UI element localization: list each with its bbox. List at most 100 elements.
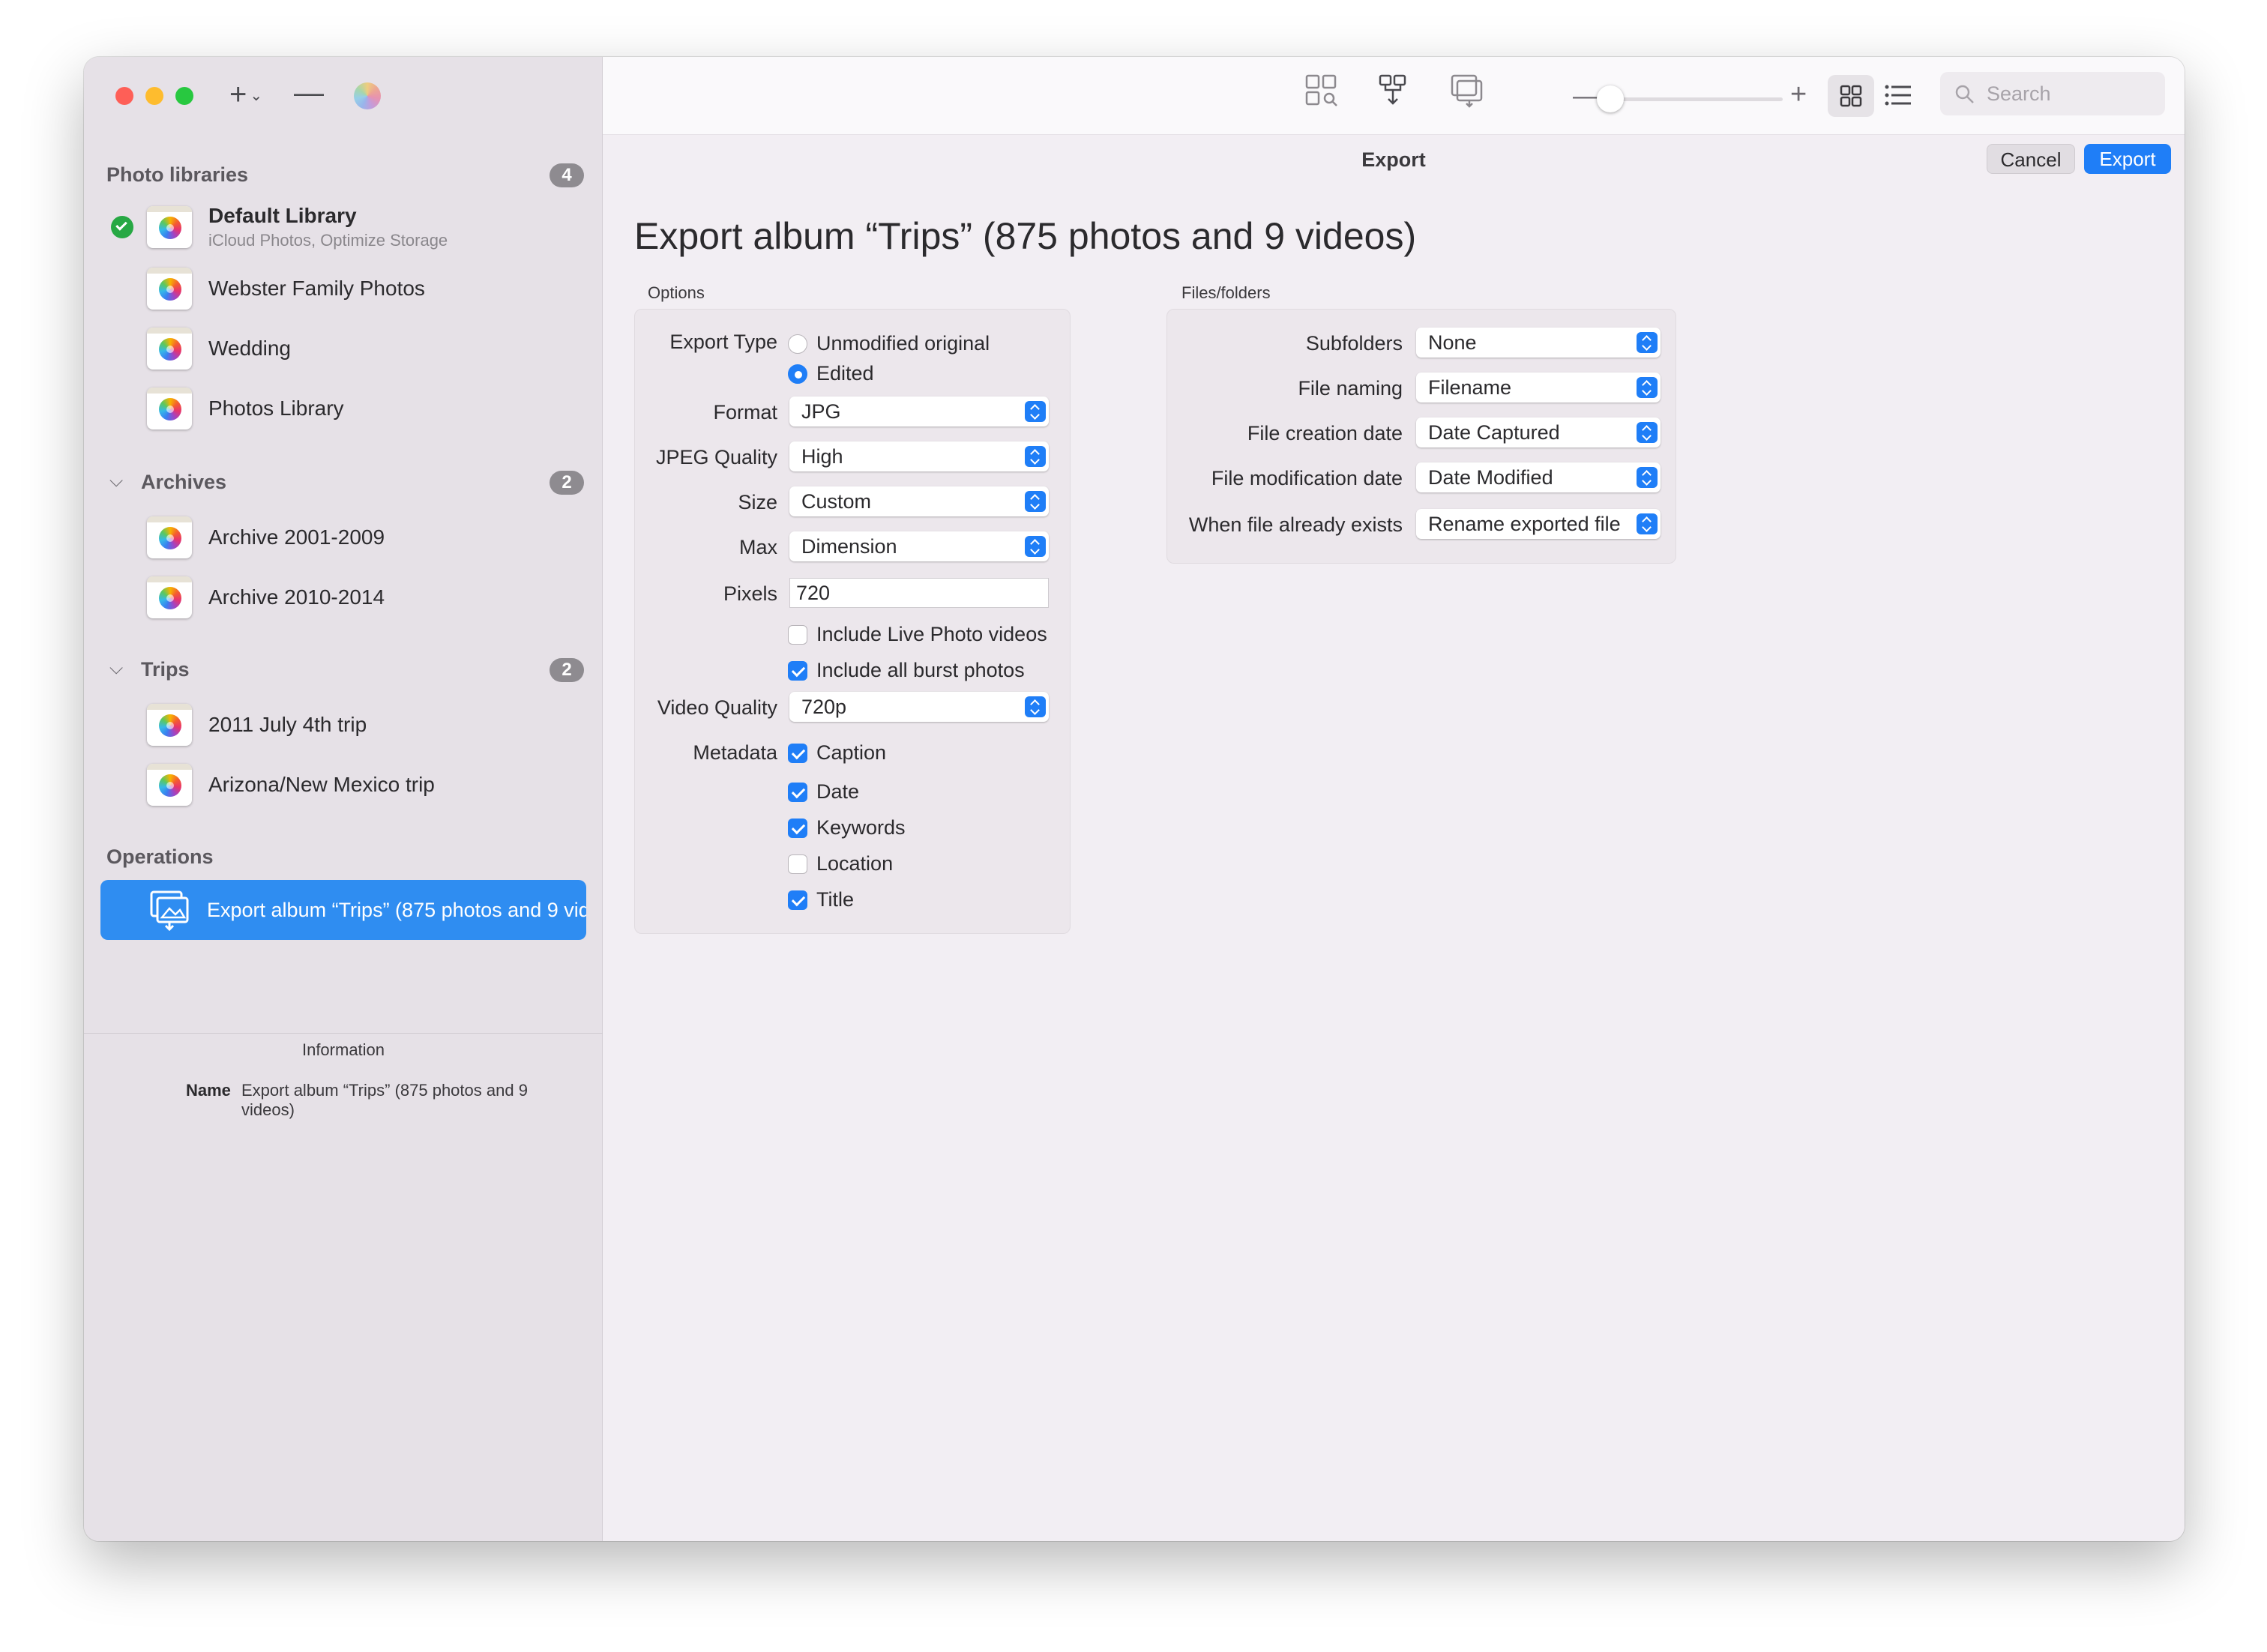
sidebar-item-default-library[interactable]: Default Library iCloud Photos, Optimize … — [147, 204, 448, 250]
plus-icon: + — [229, 78, 247, 111]
checkmark-circle-icon — [111, 216, 133, 238]
format-select[interactable]: JPG — [789, 397, 1049, 426]
add-button[interactable]: + ⌄ — [229, 79, 262, 111]
photo-library-icon — [147, 388, 192, 429]
photo-library-icon — [147, 328, 192, 370]
video-quality-label: Video Quality — [657, 696, 777, 719]
file-naming-select[interactable]: Filename — [1416, 373, 1661, 403]
divider — [84, 1033, 603, 1034]
export-photos-icon[interactable] — [1450, 73, 1484, 112]
checkbox[interactable] — [788, 660, 807, 681]
pixels-label: Pixels — [723, 582, 777, 605]
search-icon — [1955, 85, 1974, 103]
updown-arrows-icon — [1025, 401, 1046, 422]
photo-library-icon — [147, 268, 192, 310]
checkbox[interactable] — [788, 890, 807, 910]
jpeg-quality-select[interactable]: High — [789, 441, 1049, 471]
radio-edited[interactable]: Edited — [788, 362, 874, 385]
export-type-label: Export Type — [669, 331, 777, 353]
sidebar-item-archive-2010-2014[interactable]: Archive 2010-2014 — [147, 574, 385, 621]
subfolders-select[interactable]: None — [1416, 328, 1661, 358]
sidebar-item-wedding[interactable]: Wedding — [147, 325, 291, 372]
toolbar: — + Search — [603, 57, 2185, 135]
list-view-icon[interactable] — [1885, 84, 1912, 112]
sidebar-item-export-operation[interactable]: Export album “Trips” (875 photos and 9 v… — [100, 880, 586, 940]
grid-view-button[interactable] — [1828, 75, 1874, 117]
metadata-location-checkbox[interactable]: Location — [788, 852, 893, 875]
file-exists-label: When file already exists — [1188, 513, 1403, 536]
options-group-label: Options — [648, 283, 705, 302]
metadata-caption-checkbox[interactable]: Caption — [788, 741, 886, 765]
updown-arrows-icon — [1637, 513, 1658, 534]
include-burst-photos-checkbox[interactable]: Include all burst photos — [788, 659, 1025, 682]
photo-library-icon — [147, 764, 192, 806]
main-area: — + Search Export Cancel Export Export a… — [603, 57, 2185, 1541]
checkbox[interactable] — [788, 818, 807, 838]
sidebar-item-archive-2001-2009[interactable]: Archive 2001-2009 — [147, 514, 385, 561]
information-title: Information — [301, 1040, 385, 1059]
files-group-label: Files/folders — [1181, 283, 1271, 302]
photos-app-icon[interactable] — [354, 82, 381, 109]
sidebar-item-photos-library[interactable]: Photos Library — [147, 385, 344, 432]
grid-icon — [1840, 85, 1862, 107]
sheet-title: Export — [1361, 148, 1426, 171]
include-live-photo-videos-checkbox[interactable]: Include Live Photo videos — [788, 623, 1047, 646]
checkbox[interactable] — [788, 624, 807, 645]
export-button[interactable]: Export — [2084, 144, 2171, 174]
file-exists-select[interactable]: Rename exported file — [1416, 509, 1661, 539]
checkbox[interactable] — [788, 743, 807, 763]
library-subtitle: iCloud Photos, Optimize Storage — [208, 231, 448, 250]
video-quality-select[interactable]: 720p — [789, 692, 1049, 722]
library-name: Wedding — [208, 337, 292, 360]
radio-unmodified-original[interactable]: Unmodified original — [788, 332, 990, 355]
section-archives[interactable]: Archives — [141, 471, 226, 494]
pixels-input[interactable]: 720 — [789, 578, 1049, 608]
zoom-out-button[interactable]: — — [1573, 81, 1598, 111]
sidebar-item-webster-family-photos[interactable]: Webster Family Photos — [147, 265, 425, 312]
library-name: 2011 July 4th trip — [208, 713, 367, 736]
radio-button[interactable] — [788, 364, 807, 384]
metadata-date-checkbox[interactable]: Date — [788, 780, 859, 804]
zoom-slider[interactable] — [1597, 97, 1783, 101]
file-modification-date-select[interactable]: Date Modified — [1416, 462, 1661, 492]
section-operations: Operations — [106, 845, 214, 868]
file-naming-label: File naming — [1298, 377, 1403, 400]
import-download-icon[interactable] — [1378, 73, 1412, 112]
sidebar-item-2011-july-4th-trip[interactable]: 2011 July 4th trip — [147, 702, 367, 748]
count-badge: 2 — [550, 471, 584, 495]
close-button[interactable] — [115, 87, 133, 105]
window-controls — [115, 87, 193, 105]
file-creation-date-select[interactable]: Date Captured — [1416, 417, 1661, 447]
photo-library-icon — [147, 576, 192, 618]
file-creation-date-label: File creation date — [1247, 422, 1403, 444]
chevron-down-icon[interactable]: ⌵ — [109, 471, 123, 492]
radio-button[interactable] — [788, 334, 807, 354]
section-trips[interactable]: Trips — [141, 658, 190, 681]
section-photo-libraries: Photo libraries — [106, 163, 249, 186]
minimize-button[interactable] — [145, 87, 163, 105]
photo-library-icon — [147, 704, 192, 746]
operation-label: Export album “Trips” (875 photos and 9 v… — [207, 898, 586, 921]
format-label: Format — [713, 401, 777, 423]
checkbox[interactable] — [788, 854, 807, 874]
remove-button[interactable]: — — [294, 78, 324, 108]
updown-arrows-icon — [1637, 467, 1658, 488]
updown-arrows-icon — [1637, 377, 1658, 398]
cancel-button[interactable]: Cancel — [1987, 144, 2075, 174]
zoom-slider-knob[interactable] — [1597, 85, 1624, 112]
zoom-button[interactable] — [175, 87, 193, 105]
chevron-down-icon: ⌄ — [250, 88, 263, 105]
checkbox[interactable] — [788, 782, 807, 802]
zoom-in-button[interactable]: + — [1790, 79, 1807, 109]
search-input[interactable]: Search — [1940, 72, 2165, 115]
library-name: Archive 2010-2014 — [208, 585, 385, 609]
grid-search-icon[interactable] — [1304, 73, 1339, 112]
chevron-down-icon[interactable]: ⌵ — [109, 658, 123, 679]
sidebar-item-arizona-new-mexico-trip[interactable]: Arizona/New Mexico trip — [147, 762, 435, 808]
metadata-title-checkbox[interactable]: Title — [788, 888, 854, 911]
max-select[interactable]: Dimension — [789, 531, 1049, 561]
size-select[interactable]: Custom — [789, 486, 1049, 516]
metadata-keywords-checkbox[interactable]: Keywords — [788, 816, 906, 839]
library-name: Arizona/New Mexico trip — [208, 773, 435, 796]
sidebar: + ⌄ — Photo libraries 4 Default Library i… — [84, 57, 603, 1541]
